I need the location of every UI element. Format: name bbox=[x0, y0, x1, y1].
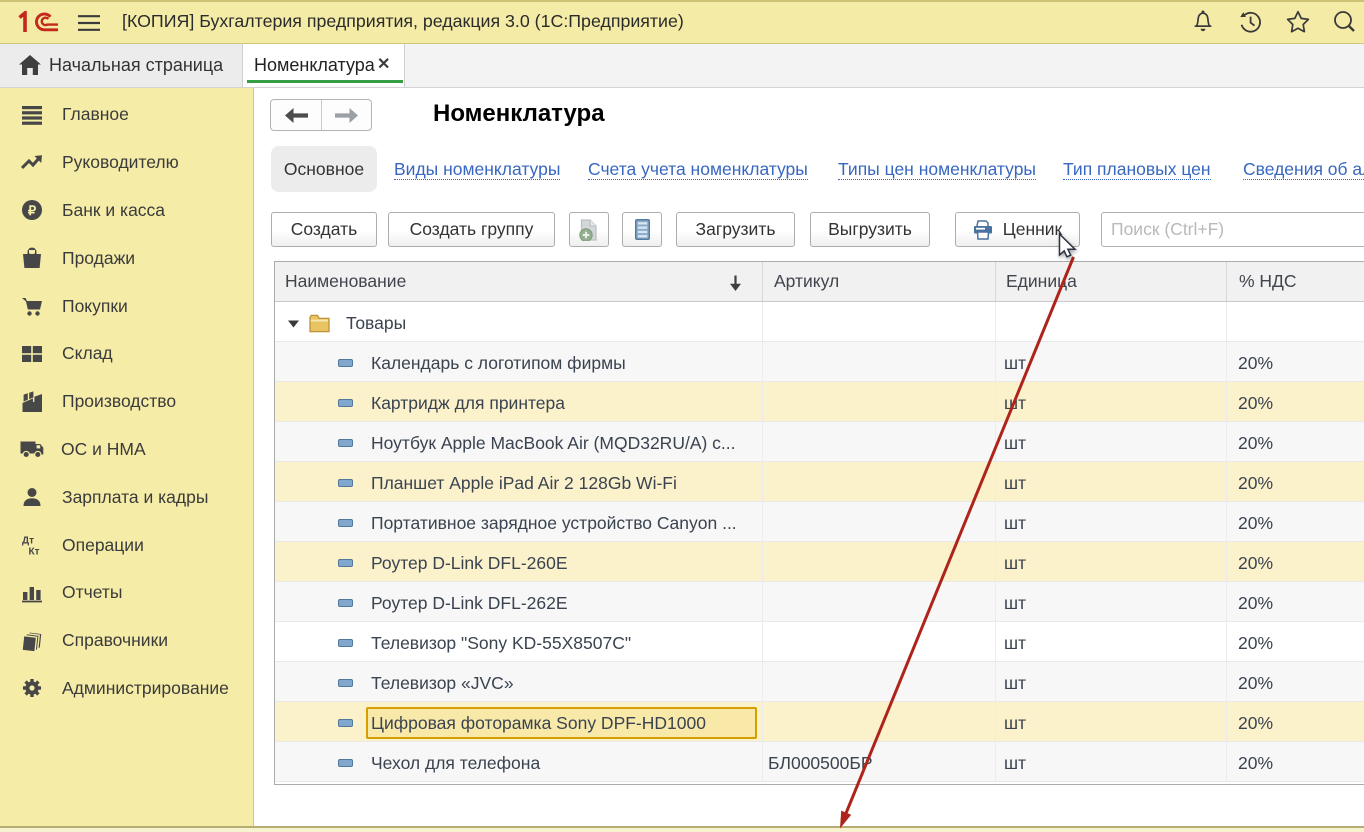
svg-text:₽: ₽ bbox=[28, 203, 37, 218]
svg-text:Дт: Дт bbox=[22, 536, 34, 547]
svg-text:Кт: Кт bbox=[29, 547, 40, 557]
